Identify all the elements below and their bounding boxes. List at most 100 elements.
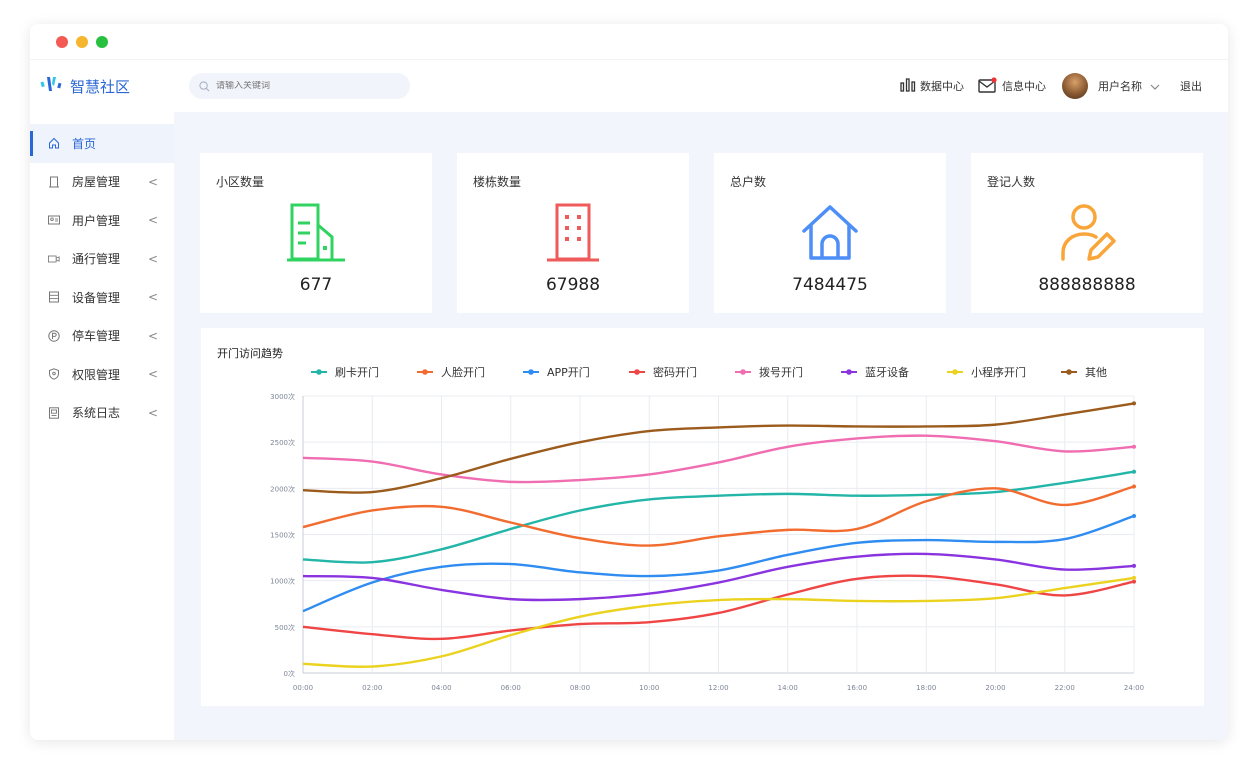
- parking-icon: [48, 330, 60, 342]
- x-tick-label: 18:00: [916, 684, 936, 692]
- maximize-window-dot[interactable]: [96, 35, 108, 48]
- legend-swatch-dot[interactable]: [316, 369, 322, 375]
- stat-card: 小区数量 677: [200, 153, 432, 313]
- device-icon: [48, 291, 60, 303]
- brand-name: 智慧社区: [70, 77, 131, 96]
- legend-label[interactable]: 人脸开门: [441, 365, 485, 379]
- sidebar-item-6[interactable]: 权限管理 <: [30, 355, 174, 394]
- x-tick-label: 06:00: [501, 684, 521, 692]
- expand-arrow-icon: <: [148, 251, 159, 266]
- sidebar: 首页 房屋管理 < 用户管理 < 通行管理 < 设备管理 < 停车管理 < 权限管理 < 系统日志 <: [30, 112, 174, 740]
- legend-label[interactable]: 小程序开门: [971, 365, 1026, 379]
- avatar: [1062, 73, 1088, 99]
- community-building-icon: [286, 201, 346, 265]
- stat-card: 总户数 7484475: [714, 153, 946, 313]
- main-content: 小区数量 677 楼栋数量 67988 总户数 7484475 登记人数 888888888 …: [174, 112, 1228, 740]
- minimize-window-dot[interactable]: [76, 35, 88, 48]
- mail-icon: [978, 76, 998, 96]
- logout-button[interactable]: 退出: [1180, 78, 1202, 94]
- message-center-link[interactable]: 信息中心: [978, 76, 1046, 96]
- legend-label[interactable]: 刷卡开门: [335, 365, 379, 379]
- user-name: 用户名称: [1098, 80, 1142, 93]
- x-tick-label: 08:00: [570, 684, 590, 692]
- sidebar-item-label: 用户管理: [72, 213, 121, 228]
- series-end-point: [1132, 401, 1136, 406]
- app-window: 智慧社区 数据中心 信息中心 用户名称: [30, 24, 1228, 740]
- user-menu[interactable]: 用户名称: [1062, 73, 1160, 99]
- sidebar-item-4[interactable]: 设备管理 <: [30, 278, 174, 317]
- expand-arrow-icon: <: [148, 328, 159, 343]
- data-center-link[interactable]: 数据中心: [900, 77, 964, 95]
- stat-card: 登记人数 888888888: [971, 153, 1203, 313]
- sidebar-item-1[interactable]: 房屋管理 <: [30, 163, 174, 202]
- chevron-down-icon: [1150, 80, 1160, 93]
- sidebar-item-label: 通行管理: [72, 252, 121, 267]
- sidebar-item-0[interactable]: 首页: [30, 124, 174, 163]
- trend-chart-card: 开门访问趋势 0次 500次 1000次 1500次 2000次 2500次 3000次 00…: [201, 328, 1204, 706]
- trend-chart: 0次 500次 1000次 1500次 2000次 2500次 3000次 00:00 02:0…: [270, 365, 1144, 692]
- legend-label[interactable]: 蓝牙设备: [865, 365, 909, 379]
- series-end-point: [1132, 444, 1136, 449]
- legend-swatch-dot[interactable]: [1066, 369, 1072, 375]
- legend-swatch-dot[interactable]: [846, 369, 852, 375]
- legend-label[interactable]: 拨号开门: [759, 365, 803, 379]
- home-icon: [48, 137, 60, 149]
- legend-label[interactable]: 密码开门: [653, 365, 697, 379]
- legend-swatch-dot[interactable]: [740, 369, 746, 375]
- x-tick-label: 00:00: [293, 684, 313, 692]
- stat-title: 楼栋数量: [473, 175, 522, 189]
- sidebar-item-label: 设备管理: [72, 290, 121, 305]
- stat-value: 677: [299, 275, 333, 295]
- series-end-point: [1132, 563, 1136, 568]
- stat-value: 888888888: [1038, 275, 1136, 295]
- sidebar-item-7[interactable]: 系统日志 <: [30, 394, 174, 433]
- sidebar-item-3[interactable]: 通行管理 <: [30, 240, 174, 279]
- tower-icon: [543, 201, 603, 265]
- y-tick-label: 3000次: [270, 392, 295, 401]
- expand-arrow-icon: <: [148, 367, 159, 382]
- series-end-point: [1132, 469, 1136, 474]
- x-tick-label: 10:00: [639, 684, 659, 692]
- y-tick-label: 1500次: [270, 531, 295, 540]
- expand-arrow-icon: <: [148, 290, 159, 305]
- sidebar-item-label: 系统日志: [72, 406, 121, 421]
- legend-swatch-dot[interactable]: [952, 369, 958, 375]
- brand-logo-icon: [40, 74, 62, 98]
- sidebar-item-2[interactable]: 用户管理 <: [30, 201, 174, 240]
- legend-label[interactable]: 其他: [1085, 366, 1107, 379]
- stat-value: 7484475: [792, 275, 868, 295]
- series-end-point: [1132, 579, 1136, 584]
- top-header: 智慧社区 数据中心 信息中心 用户名称: [30, 60, 1228, 112]
- x-tick-label: 20:00: [985, 684, 1005, 692]
- y-tick-label: 1000次: [270, 577, 295, 586]
- expand-arrow-icon: <: [148, 405, 159, 420]
- x-tick-label: 02:00: [362, 684, 382, 692]
- x-tick-label: 12:00: [708, 684, 728, 692]
- bar-chart-icon: [900, 77, 916, 95]
- x-tick-label: 22:00: [1055, 684, 1075, 692]
- building-icon: [48, 176, 60, 188]
- log-icon: [48, 407, 60, 419]
- stat-card: 楼栋数量 67988: [457, 153, 689, 313]
- y-tick-label: 500次: [275, 623, 295, 632]
- legend-label[interactable]: APP开门: [547, 365, 590, 379]
- sidebar-item-5[interactable]: 停车管理 <: [30, 317, 174, 356]
- legend-swatch-dot[interactable]: [528, 369, 534, 375]
- search-input[interactable]: [216, 81, 386, 91]
- x-tick-label: 16:00: [847, 684, 867, 692]
- brand[interactable]: 智慧社区: [30, 74, 174, 98]
- search-icon: [199, 77, 210, 96]
- window-titlebar: [30, 24, 1228, 60]
- expand-arrow-icon: <: [148, 174, 159, 189]
- stat-title: 总户数: [730, 175, 767, 189]
- close-window-dot[interactable]: [56, 35, 68, 48]
- house-icon: [800, 201, 860, 265]
- legend-swatch-dot[interactable]: [422, 369, 428, 375]
- stat-value: 67988: [545, 275, 601, 295]
- y-tick-label: 2000次: [270, 484, 295, 493]
- series-end-point: [1132, 575, 1136, 580]
- search-bar[interactable]: [189, 73, 410, 99]
- logout-label: 退出: [1180, 80, 1202, 93]
- legend-swatch-dot[interactable]: [634, 369, 640, 375]
- shield-icon: [48, 368, 60, 380]
